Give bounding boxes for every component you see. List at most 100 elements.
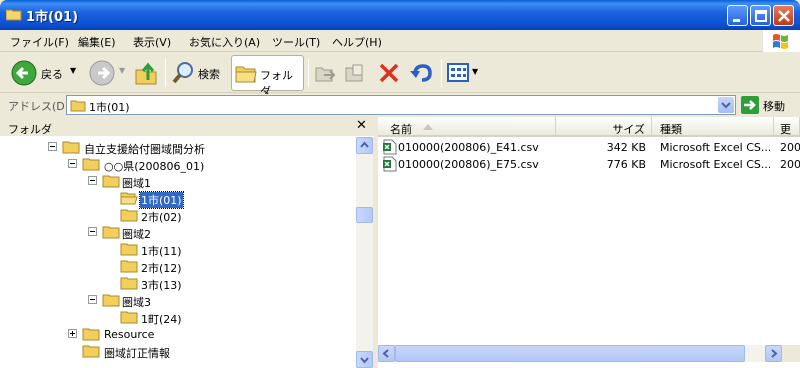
move-to-button[interactable] [313, 57, 337, 89]
menu-view[interactable]: 表示(V) [133, 34, 171, 50]
collapse-icon[interactable] [88, 295, 97, 304]
file-row[interactable]: 010000(200806)_E41.csv 342 KB Microsoft … [378, 139, 800, 156]
address-value: 1市(01) [89, 101, 130, 114]
collapse-icon[interactable] [48, 142, 57, 151]
folder-icon [62, 141, 80, 154]
close-pane-icon[interactable]: ✕ [356, 118, 367, 133]
tree-item-label: 1市(01) [139, 191, 184, 209]
chevron-right-icon [771, 349, 778, 358]
scroll-left-button[interactable] [378, 345, 395, 362]
views-button[interactable]: ▼ [446, 57, 480, 89]
column-header-type[interactable]: 種類 [652, 117, 774, 137]
tree-item[interactable]: 自立支援給付圏域間分析 [0, 139, 356, 156]
views-dropdown-icon[interactable]: ▼ [472, 67, 478, 76]
back-dropdown-icon[interactable]: ▼ [70, 66, 76, 75]
window-title: 1市(01) [26, 10, 79, 25]
up-folder-icon [135, 62, 157, 85]
tree-item-label: 圏域訂正情報 [104, 347, 170, 360]
up-folder-button[interactable] [133, 57, 161, 89]
address-input[interactable]: 1市(01) [66, 95, 736, 115]
chevron-up-icon [360, 141, 369, 148]
address-dropdown-button[interactable] [718, 97, 734, 113]
tree-item-label: Resource [104, 328, 155, 341]
tree-item[interactable]: ○○県(200806_01) [0, 156, 356, 173]
menu-edit[interactable]: 編集(E) [78, 34, 116, 50]
file-type: Microsoft Excel CS... [660, 141, 770, 154]
expand-icon[interactable] [68, 329, 77, 338]
file-modified: 200 [780, 158, 800, 171]
file-row[interactable]: 010000(200806)_E75.csv 776 KB Microsoft … [378, 156, 800, 173]
scrollbar-corner [782, 345, 800, 362]
folder-icon [82, 345, 100, 358]
folder-icon [82, 158, 100, 171]
tree-item-label: 圏域3 [122, 296, 151, 309]
file-modified: 200 [780, 141, 800, 154]
menu-favorites[interactable]: お気に入り(A) [189, 34, 260, 50]
open-folder-icon [120, 192, 138, 205]
forward-dropdown-icon[interactable]: ▼ [119, 66, 125, 75]
tree-item-label: 1市(11) [141, 245, 182, 258]
scroll-right-button[interactable] [765, 345, 782, 362]
menu-file[interactable]: ファイル(F) [10, 34, 69, 50]
folders-icon [235, 66, 257, 83]
menu-tools[interactable]: ツール(T) [272, 34, 320, 50]
search-button[interactable]: 検索 [170, 57, 226, 89]
folder-icon [120, 260, 138, 273]
close-icon [778, 10, 790, 22]
forward-button[interactable]: ▼ [86, 57, 126, 89]
collapse-icon[interactable] [88, 227, 97, 236]
minimize-button[interactable] [727, 5, 748, 26]
tree-item-selected[interactable]: 1市(01) [0, 190, 356, 209]
folder-tree-scrollbar[interactable] [356, 137, 373, 368]
file-size: 342 KB [606, 141, 646, 154]
folder-icon [82, 328, 100, 341]
chevron-left-icon [382, 349, 389, 358]
delete-x-icon [379, 63, 399, 83]
tree-item[interactable]: 1町(24) [0, 309, 356, 326]
go-label[interactable]: 移動 [763, 98, 785, 114]
toolbar: 戻る ▼ ▼ 検索 フォルダ ▼ [0, 53, 800, 98]
go-button[interactable] [741, 96, 759, 114]
folder-icon [120, 243, 138, 256]
folders-button[interactable]: フォルダ [231, 55, 304, 98]
scroll-down-button[interactable] [356, 351, 373, 368]
excel-csv-icon [383, 139, 397, 155]
column-size-label: サイズ [612, 123, 645, 136]
file-type: Microsoft Excel CS... [660, 158, 770, 171]
collapse-icon[interactable] [68, 159, 77, 168]
windows-logo [763, 30, 800, 52]
menu-help[interactable]: ヘルプ(H) [332, 34, 382, 50]
tree-item[interactable]: 圏域1 [0, 173, 356, 190]
collapse-icon[interactable] [88, 176, 97, 185]
sort-ascending-icon [423, 124, 433, 130]
delete-button[interactable] [376, 57, 402, 89]
scroll-thumb[interactable] [356, 207, 373, 223]
chevron-down-icon [721, 102, 731, 109]
copy-to-button[interactable] [343, 57, 367, 89]
scroll-thumb[interactable] [395, 345, 745, 362]
file-list-hscrollbar[interactable] [378, 345, 782, 362]
column-header-name[interactable]: 名前 [378, 117, 556, 137]
close-button[interactable] [773, 5, 794, 26]
column-header-modified[interactable]: 更 [774, 117, 800, 137]
tree-item[interactable]: 3市(13) [0, 275, 356, 292]
chevron-down-icon [360, 357, 369, 364]
scroll-up-button[interactable] [356, 137, 373, 154]
tree-item[interactable]: 1市(11) [0, 241, 356, 258]
tree-item[interactable]: 圏域2 [0, 224, 356, 241]
tree-item-label: 圏域2 [122, 228, 151, 241]
back-button[interactable]: 戻る ▼ [8, 57, 78, 89]
tree-item[interactable]: 圏域3 [0, 292, 356, 309]
maximize-button[interactable] [750, 5, 771, 26]
maximize-icon [755, 10, 767, 22]
tree-item[interactable]: 2市(02) [0, 207, 356, 224]
folder-icon [102, 294, 120, 307]
tree-item[interactable]: Resource [0, 326, 356, 343]
column-header-size[interactable]: サイズ [556, 117, 652, 137]
tree-item-label: ○○県(200806_01) [104, 160, 205, 173]
undo-button[interactable] [408, 57, 434, 89]
minimize-icon [733, 19, 740, 22]
tree-item[interactable]: 2市(12) [0, 258, 356, 275]
toolbar-separator [308, 59, 309, 87]
tree-item[interactable]: 圏域訂正情報 [0, 343, 356, 360]
